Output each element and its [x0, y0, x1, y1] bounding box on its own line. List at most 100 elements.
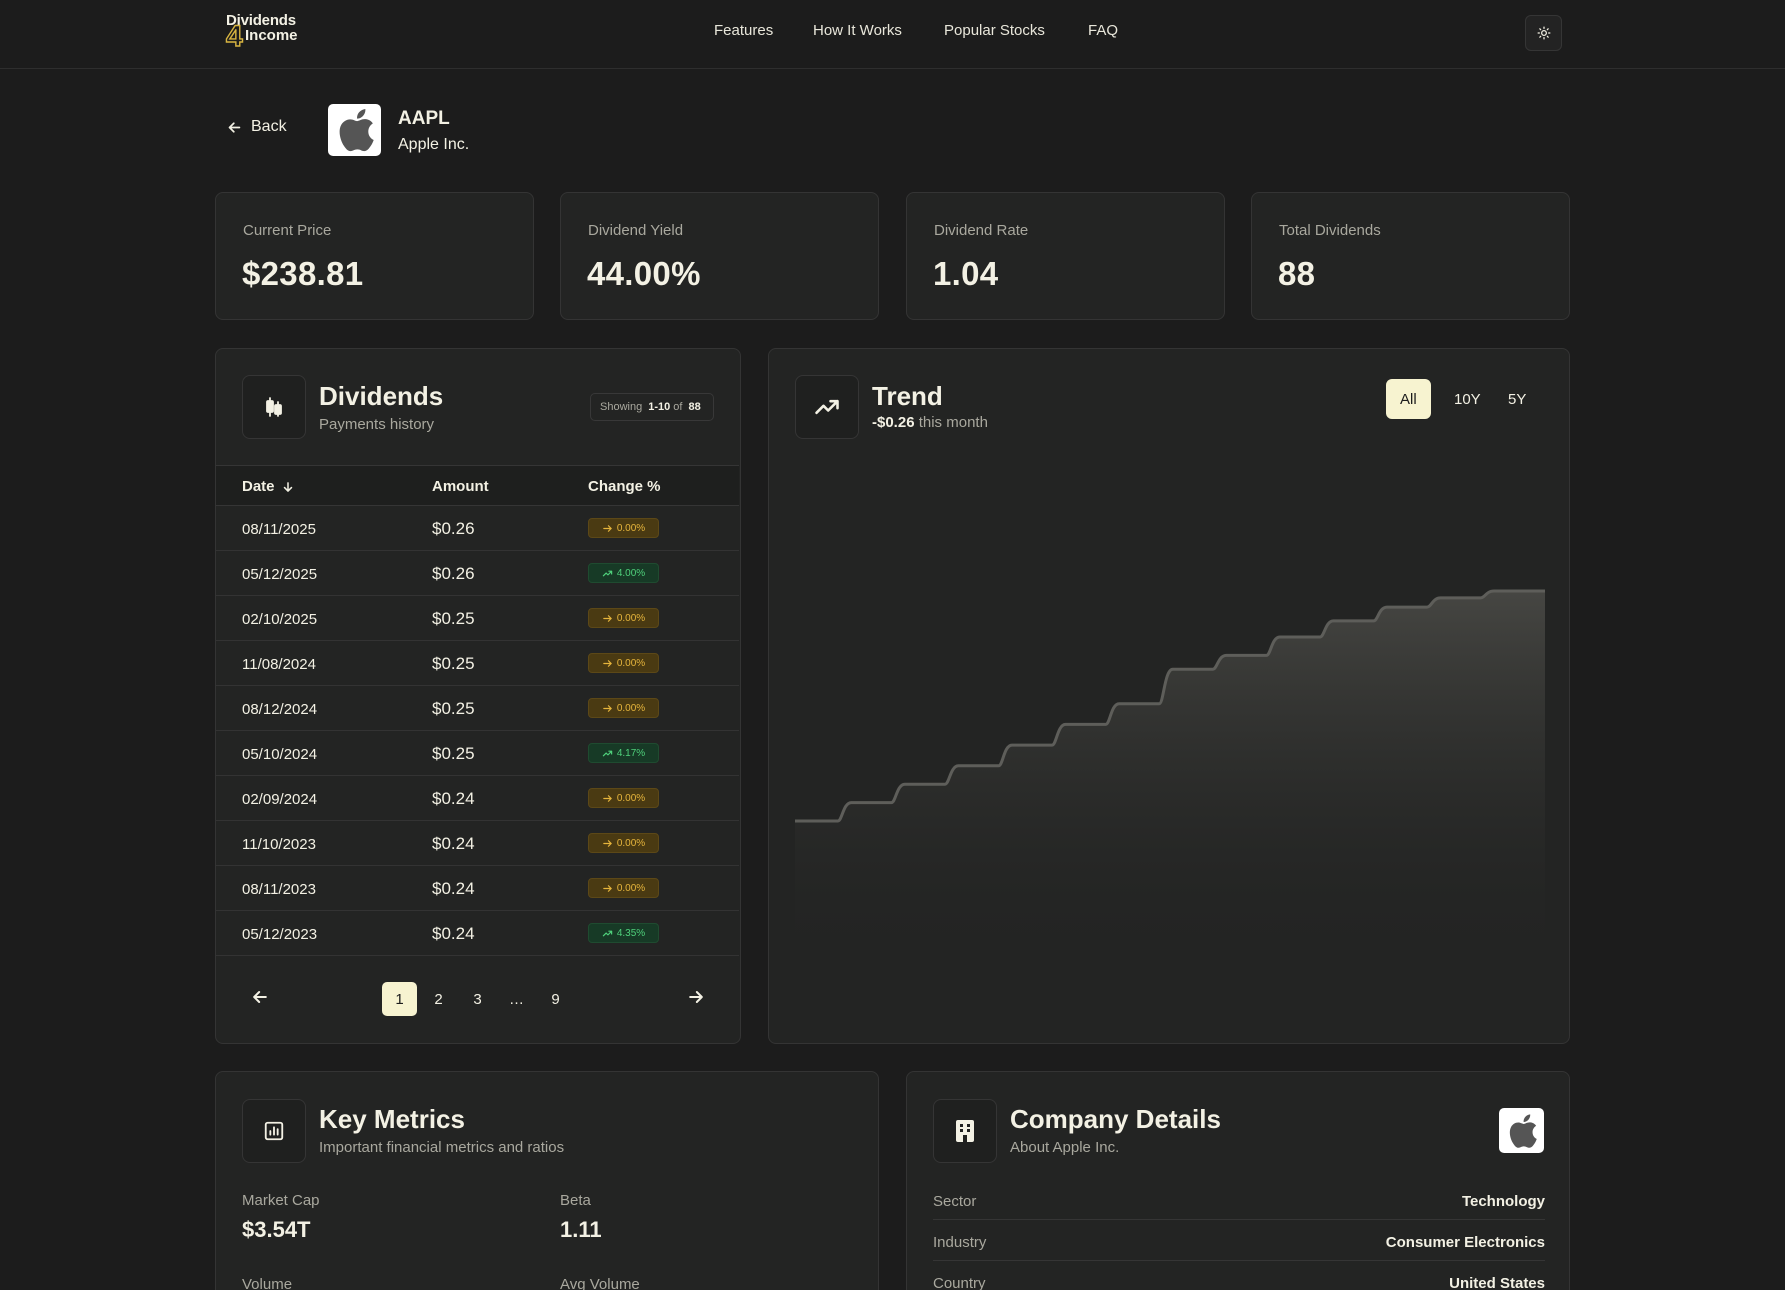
- change-value: 0.00%: [616, 702, 646, 714]
- next-page-arrow-icon[interactable]: [686, 987, 706, 1007]
- page-9-button[interactable]: 9: [538, 982, 573, 1016]
- cell-date: 02/10/2025: [242, 611, 318, 628]
- dividends-icon-box: [242, 375, 306, 439]
- stat-card-dividend-yield: Dividend Yield 44.00%: [560, 192, 879, 320]
- cell-amount: $0.26: [432, 519, 475, 538]
- detail-label: Sector: [933, 1193, 977, 1210]
- change-value: 0.00%: [616, 522, 646, 534]
- trend-change-suffix: this month: [918, 414, 988, 431]
- table-row: 05/12/2025 $0.26 4.00%: [216, 551, 739, 596]
- key-metrics-title: Key Metrics: [319, 1104, 465, 1134]
- change-value: 0.00%: [616, 657, 646, 669]
- trending-up-icon: [602, 930, 613, 936]
- company-details-panel: Company Details About Apple Inc. Sector …: [906, 1071, 1570, 1290]
- arrow-right-icon: [603, 614, 612, 622]
- range-5y-button[interactable]: 5Y: [1494, 379, 1540, 419]
- stat-label: Current Price: [243, 222, 332, 239]
- metric-label-volume: Volume: [242, 1276, 293, 1290]
- page-3-button[interactable]: 3: [460, 982, 495, 1016]
- metric-value-beta: 1.11: [560, 1217, 602, 1242]
- cell-date: 05/10/2024: [242, 746, 318, 763]
- stat-value: 88: [1278, 255, 1316, 292]
- table-row: 11/08/2024 $0.25 0.00%: [216, 641, 739, 686]
- nav-link-faq[interactable]: FAQ: [1088, 22, 1118, 39]
- company-details-logo: [1499, 1108, 1544, 1153]
- table-row: 02/09/2024 $0.24 0.00%: [216, 776, 739, 821]
- detail-value: Consumer Electronics: [1385, 1234, 1545, 1251]
- cell-date: 05/12/2023: [242, 926, 318, 943]
- cell-date: 08/12/2024: [242, 701, 318, 718]
- key-metrics-panel: Key Metrics Important financial metrics …: [215, 1071, 879, 1290]
- detail-row-industry: Industry Consumer Electronics: [933, 1220, 1545, 1261]
- cell-amount: $0.24: [432, 924, 475, 943]
- company-logo: [328, 104, 381, 156]
- theme-toggle-button[interactable]: [1525, 15, 1562, 51]
- table-row: 02/10/2025 $0.25 0.00%: [216, 596, 739, 641]
- column-date: Date: [242, 478, 275, 495]
- stat-label: Dividend Yield: [588, 222, 684, 239]
- change-badge: 0.00%: [588, 653, 659, 673]
- nav-link-popular-stocks[interactable]: Popular Stocks: [944, 22, 1045, 39]
- nav-link-how-it-works[interactable]: How It Works: [813, 22, 902, 39]
- company-name: Apple Inc.: [398, 136, 470, 153]
- change-value: 4.00%: [616, 567, 646, 579]
- key-metrics-subtitle: Important financial metrics and ratios: [319, 1139, 565, 1156]
- change-value: 4.35%: [616, 927, 646, 939]
- stat-value: 1.04: [933, 255, 999, 292]
- change-badge: 0.00%: [588, 788, 659, 808]
- cell-amount: $0.25: [432, 699, 475, 718]
- pagination: 1 2 3 … 9: [216, 979, 739, 1019]
- stat-label: Dividend Rate: [934, 222, 1029, 239]
- page-ellipsis: …: [509, 990, 524, 1008]
- bar-chart-icon: [264, 1121, 284, 1141]
- arrow-left-icon: [228, 121, 241, 133]
- trend-icon-box: [795, 375, 859, 439]
- metric-label-beta: Beta: [560, 1192, 591, 1209]
- arrow-right-icon: [603, 839, 612, 847]
- showing-of: of: [673, 401, 683, 413]
- cell-amount: $0.24: [432, 834, 475, 853]
- arrow-right-icon: [603, 659, 612, 667]
- cell-date: 05/12/2025: [242, 566, 318, 583]
- apple-logo-icon: [339, 109, 374, 152]
- column-amount: Amount: [432, 478, 489, 495]
- range-10y-button[interactable]: 10Y: [1440, 379, 1495, 419]
- trend-chart: [795, 589, 1545, 967]
- range-all-button[interactable]: All: [1386, 379, 1431, 419]
- trending-up-icon: [815, 399, 839, 415]
- ticker-symbol: AAPL: [398, 108, 450, 129]
- nav-link-features[interactable]: Features: [714, 22, 773, 39]
- trend-panel: Trend -$0.26 this month All 10Y 5Y: [768, 348, 1570, 1044]
- page-1-button[interactable]: 1: [382, 982, 417, 1016]
- change-value: 4.17%: [616, 747, 646, 759]
- cell-amount: $0.25: [432, 744, 475, 763]
- change-badge: 0.00%: [588, 518, 659, 538]
- change-badge: 0.00%: [588, 878, 659, 898]
- page-2-button[interactable]: 2: [421, 982, 456, 1016]
- detail-row-sector: Sector Technology: [933, 1179, 1545, 1220]
- arrow-right-icon: [603, 524, 612, 532]
- column-change: Change %: [588, 478, 661, 495]
- company-details-subtitle: About Apple Inc.: [1010, 1139, 1120, 1156]
- metric-label-market-cap: Market Cap: [242, 1192, 320, 1209]
- back-label: Back: [251, 118, 287, 135]
- change-value: 0.00%: [616, 792, 646, 804]
- table-row: 08/12/2024 $0.25 0.00%: [216, 686, 739, 731]
- dividends-panel: Dividends Payments history Showing 1-10 o…: [215, 348, 741, 1044]
- key-metrics-icon-box: [242, 1099, 306, 1163]
- cell-amount: $0.24: [432, 789, 475, 808]
- column-date-sort[interactable]: Date: [242, 478, 295, 495]
- arrow-right-icon: [603, 884, 612, 892]
- sun-icon: [1537, 26, 1550, 40]
- change-value: 0.00%: [616, 612, 646, 624]
- table-row: 08/11/2025 $0.26 0.00%: [216, 506, 739, 551]
- detail-value: Technology: [1461, 1193, 1545, 1210]
- cell-amount: $0.25: [432, 609, 475, 628]
- detail-row-country: Country United States: [933, 1261, 1545, 1290]
- prev-page-arrow-icon[interactable]: [250, 987, 270, 1007]
- back-button[interactable]: Back: [226, 118, 287, 136]
- change-badge: 4.17%: [588, 743, 659, 763]
- building-icon: [956, 1120, 974, 1142]
- stat-card-current-price: Current Price $238.81: [215, 192, 534, 320]
- top-navbar: Dividends 4 Income Features How It Works…: [0, 0, 1785, 69]
